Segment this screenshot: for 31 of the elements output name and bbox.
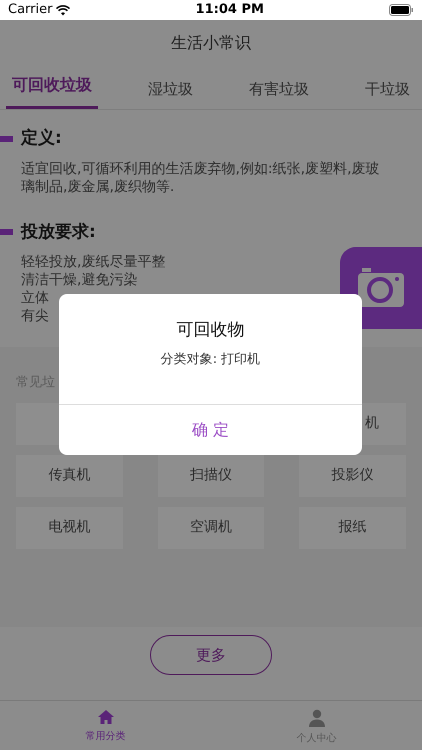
section-heading: 投放要求: [21, 220, 96, 244]
category-tab[interactable]: 有害垃圾 [243, 72, 315, 109]
section-heading: 定义: [21, 127, 62, 150]
body-text: 立体 [21, 290, 49, 306]
home-icon [96, 709, 114, 725]
body-text: 适宜回收,可循环利用的生活废弃物,例如:纸张,废塑料,废玻璃制品,废金属,废织物等. [21, 160, 380, 194]
page-title: 生活小常识 [171, 32, 251, 54]
alert-title: 可回收物 [176, 319, 246, 342]
clock-time: 11:04 PM [196, 1, 264, 20]
carrier-text: Carrier [8, 1, 52, 20]
body-text: 轻轻投放,废纸尽量平整 [21, 254, 166, 270]
category-tab[interactable]: 干垃圾 [359, 72, 416, 109]
category-item[interactable]: 投影仪 [299, 454, 406, 496]
category-tab[interactable]: 可回收垃圾 [6, 67, 98, 109]
heading-marker [0, 229, 13, 236]
body-text: 有尖 [21, 308, 49, 324]
heading-marker [0, 136, 13, 142]
wifi-icon [56, 4, 70, 16]
person-icon [308, 709, 326, 727]
category-item[interactable]: 报纸 [299, 506, 406, 548]
category-item[interactable]: 电视机 [16, 506, 123, 548]
more-button[interactable]: 更多 [150, 635, 272, 675]
alert-message: 分类对象: 打印机 [160, 350, 262, 368]
battery-icon [389, 4, 414, 16]
category-item[interactable]: 扫描仪 [158, 454, 264, 496]
category-item[interactable]: 传真机 [16, 454, 123, 496]
body-text: 清洁干燥,避免污染 [21, 272, 138, 288]
tab-bar-item[interactable]: 常用分类 [0, 701, 211, 750]
confirm-button[interactable]: 确 定 [59, 404, 362, 455]
category-item[interactable]: 空调机 [158, 506, 264, 548]
category-tab[interactable]: 湿垃圾 [142, 72, 199, 109]
